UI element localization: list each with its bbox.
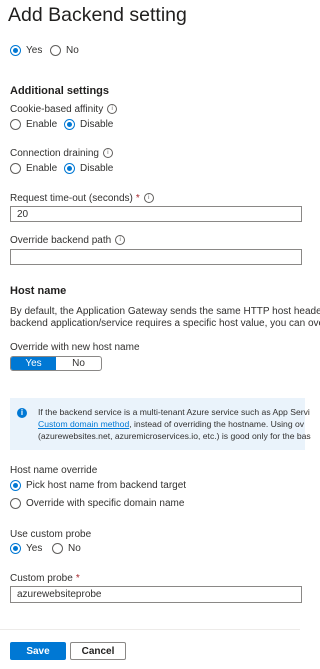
- pick-host-label: Pick host name from backend target: [26, 480, 187, 491]
- custom-probe-label: Use custom probe: [10, 529, 92, 540]
- top-yes-option[interactable]: Yes: [10, 45, 42, 56]
- pick-host-radio[interactable]: [10, 480, 21, 491]
- info-icon[interactable]: i: [143, 193, 154, 204]
- info-line2-rest: , instead of overriding the hostname. Us…: [129, 419, 305, 429]
- override-host-label: Override with new host name: [10, 342, 140, 353]
- host-name-desc-line2: backend application/service requires a s…: [10, 318, 320, 329]
- additional-settings-heading: Additional settings: [10, 85, 109, 97]
- connection-draining-text: Connection draining: [10, 148, 99, 159]
- cookie-disable-label: Disable: [80, 119, 114, 130]
- info-icon[interactable]: i: [102, 148, 113, 159]
- cookie-enable-label: Enable: [26, 119, 58, 130]
- toggle-yes[interactable]: Yes: [11, 357, 56, 370]
- specific-domain-radio[interactable]: [10, 498, 21, 509]
- info-line1: If the backend service is a multi-tenant…: [38, 407, 310, 417]
- draining-enable-label: Enable: [26, 163, 58, 174]
- cancel-button[interactable]: Cancel: [70, 642, 126, 660]
- custom-probe-field-label: Custom probe *: [10, 573, 80, 584]
- draining-disable-radio[interactable]: [64, 163, 75, 174]
- cookie-enable-option[interactable]: Enable: [10, 119, 57, 130]
- host-name-heading: Host name: [10, 285, 67, 297]
- info-text: If the backend service is a multi-tenant…: [38, 406, 311, 442]
- top-no-option[interactable]: No: [50, 45, 79, 56]
- info-icon[interactable]: i: [107, 104, 118, 115]
- radio-yes-selected[interactable]: [10, 45, 21, 56]
- draining-disable-option[interactable]: Disable: [64, 163, 113, 174]
- probe-no-option[interactable]: No: [52, 543, 81, 554]
- required-asterisk: *: [75, 573, 80, 584]
- pick-host-option[interactable]: Pick host name from backend target: [10, 480, 186, 491]
- probe-yes-label: Yes: [26, 543, 43, 554]
- draining-enable-option[interactable]: Enable: [10, 163, 57, 174]
- toggle-no[interactable]: No: [56, 357, 101, 370]
- cookie-disable-option[interactable]: Disable: [64, 119, 113, 130]
- info-box: i If the backend service is a multi-tena…: [10, 398, 311, 450]
- top-no-label: No: [66, 45, 79, 56]
- host-override-label: Host name override: [10, 465, 98, 476]
- override-path-text: Override backend path: [10, 235, 112, 246]
- required-asterisk: *: [135, 193, 140, 204]
- probe-yes-option[interactable]: Yes: [10, 543, 42, 554]
- probe-no-label: No: [68, 543, 81, 554]
- override-path-input[interactable]: [10, 249, 302, 265]
- footer-divider: [0, 629, 300, 630]
- probe-yes-radio[interactable]: [10, 543, 21, 554]
- cookie-disable-radio[interactable]: [64, 119, 75, 130]
- info-icon[interactable]: i: [115, 235, 126, 246]
- probe-no-radio[interactable]: [52, 543, 63, 554]
- info-line3: (azurewebsites.net, azuremicroservices.i…: [38, 431, 311, 441]
- custom-probe-select[interactable]: azurewebsiteprobe: [10, 586, 302, 603]
- page-title: Add Backend setting: [8, 4, 187, 26]
- info-line2: Custom domain method, instead of overrid…: [38, 418, 311, 430]
- connection-draining-label: Connection draining i: [10, 148, 113, 159]
- timeout-text: Request time-out (seconds): [10, 193, 133, 204]
- radio-no[interactable]: [50, 45, 61, 56]
- custom-probe-field-text: Custom probe: [10, 573, 73, 584]
- draining-enable-radio[interactable]: [10, 163, 21, 174]
- specific-domain-option[interactable]: Override with specific domain name: [10, 498, 184, 509]
- cookie-enable-radio[interactable]: [10, 119, 21, 130]
- draining-disable-label: Disable: [80, 163, 114, 174]
- save-button[interactable]: Save: [10, 642, 66, 660]
- override-host-toggle[interactable]: Yes No: [10, 356, 102, 371]
- info-icon: i: [17, 408, 27, 418]
- host-name-desc-line1: By default, the Application Gateway send…: [10, 306, 320, 317]
- cookie-affinity-text: Cookie-based affinity: [10, 104, 104, 115]
- cookie-affinity-label: Cookie-based affinity i: [10, 104, 118, 115]
- specific-domain-label: Override with specific domain name: [26, 498, 185, 509]
- override-path-label: Override backend path i: [10, 235, 126, 246]
- top-yes-label: Yes: [26, 45, 43, 56]
- custom-domain-link[interactable]: Custom domain method: [38, 419, 129, 429]
- timeout-label: Request time-out (seconds) * i: [10, 193, 154, 204]
- timeout-input[interactable]: 20: [10, 206, 302, 222]
